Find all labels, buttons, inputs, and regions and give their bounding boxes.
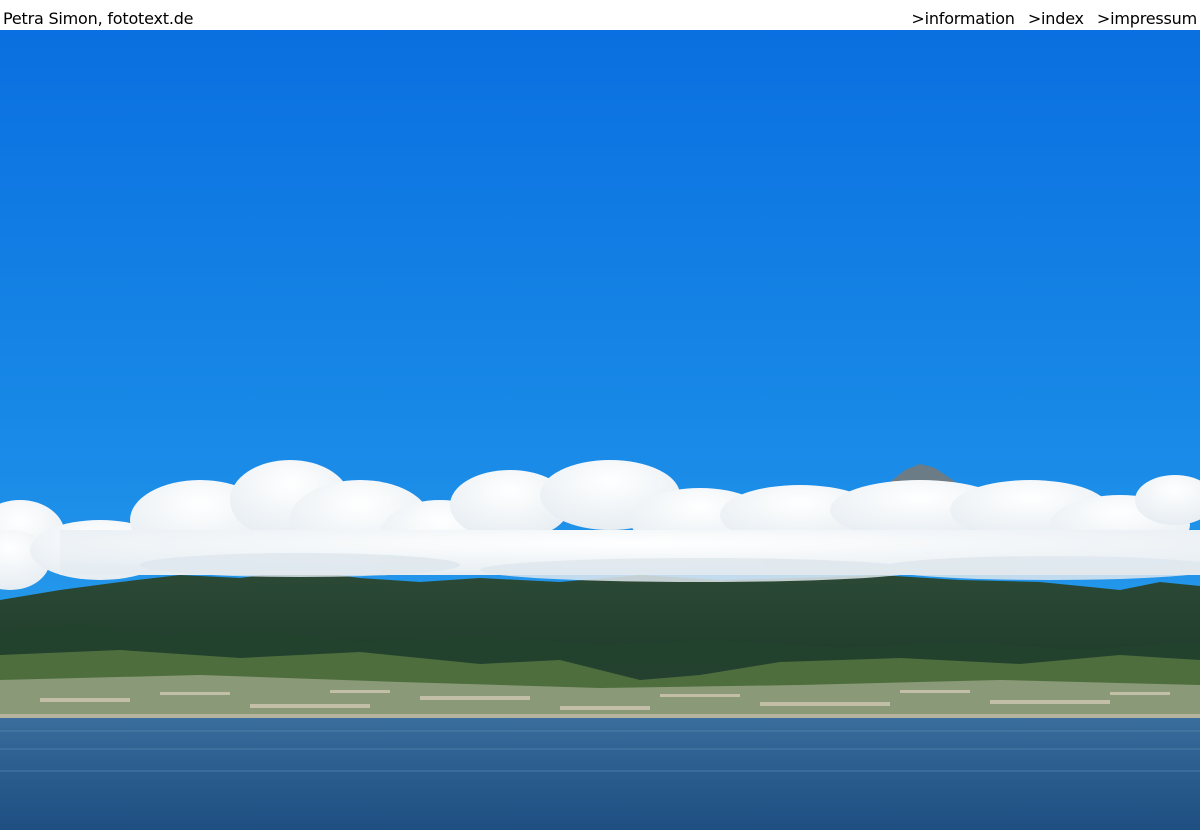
main-nav: >information >index >impressum: [903, 10, 1197, 28]
landscape-photo-graphic: [0, 30, 1200, 830]
nav-link-information[interactable]: >information: [911, 9, 1015, 28]
header-bar: Petra Simon, fototext.de >information >i…: [0, 0, 1200, 30]
nav-link-impressum[interactable]: >impressum: [1097, 9, 1197, 28]
lake-water: [0, 718, 1200, 830]
landscape-photo: [0, 30, 1200, 830]
nav-link-index[interactable]: >index: [1028, 9, 1084, 28]
site-title[interactable]: Petra Simon, fototext.de: [3, 10, 194, 28]
